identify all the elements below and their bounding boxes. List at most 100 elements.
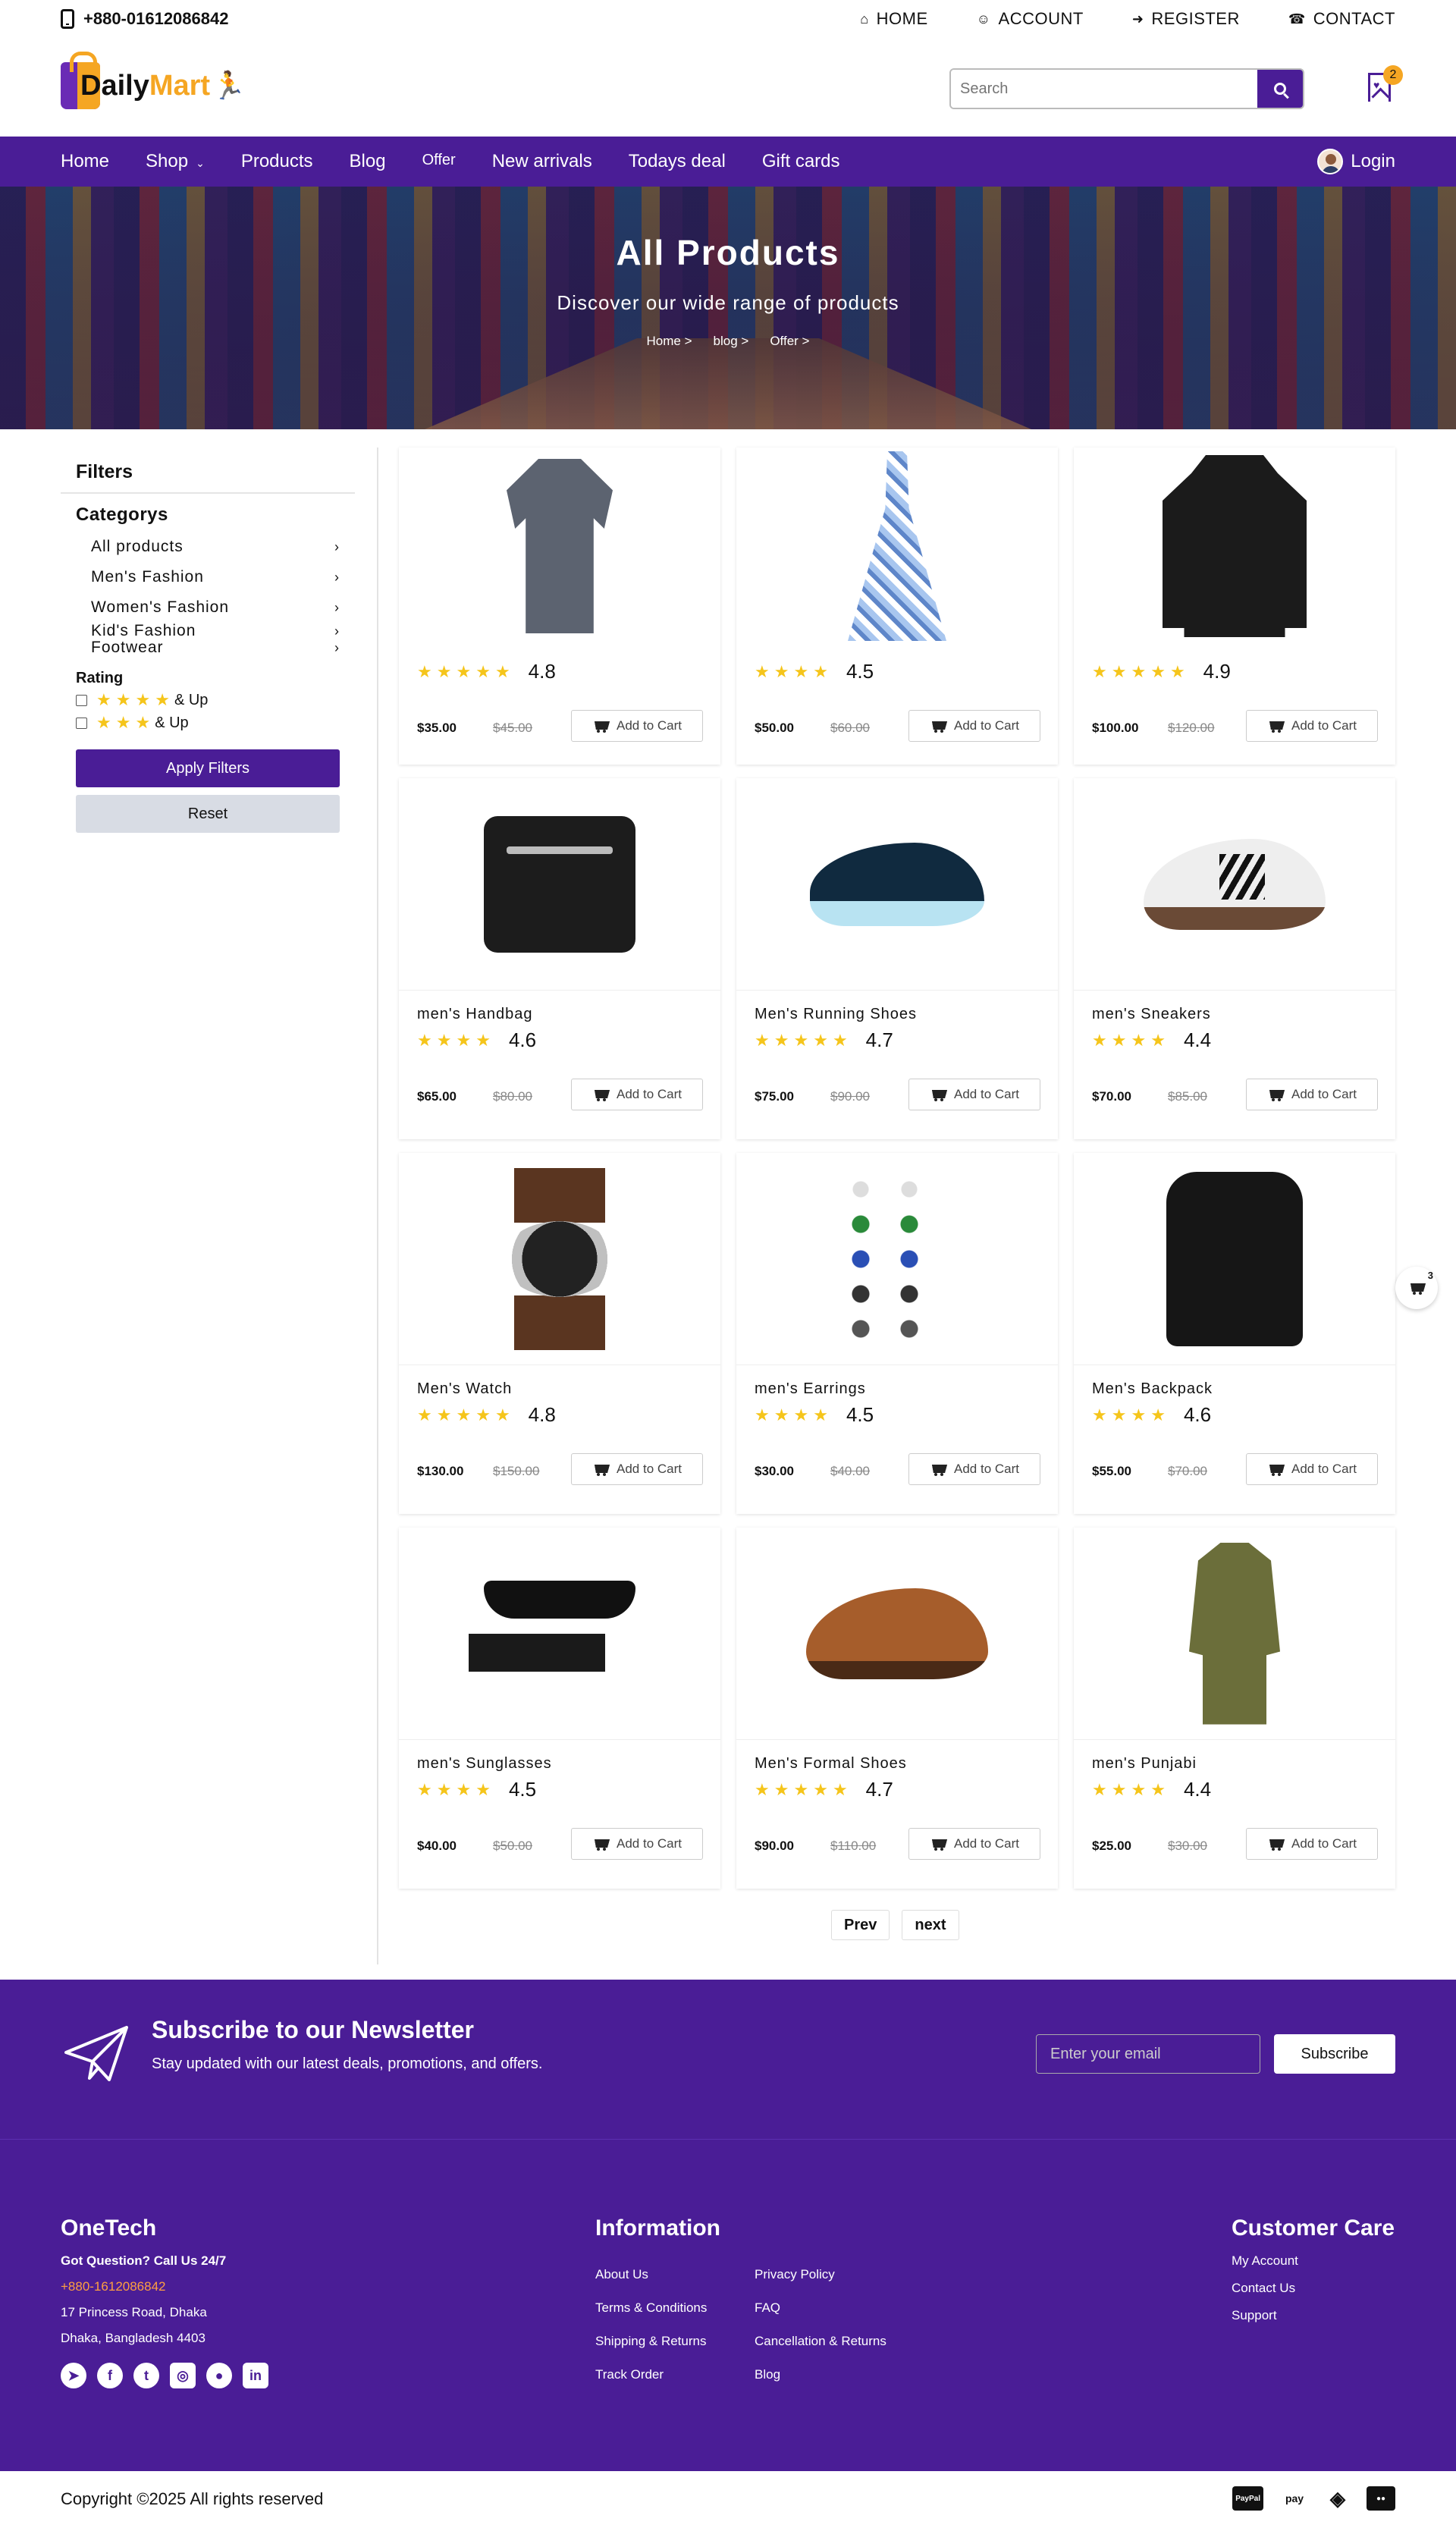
product-image[interactable]	[1074, 448, 1395, 645]
footer-link-cancellation[interactable]: Cancellation & Returns	[755, 2334, 886, 2348]
product-name[interactable]: Men's Backpack	[1092, 1380, 1213, 1398]
phone-contact[interactable]: +880-01612086842	[61, 9, 228, 29]
category-kids-fashion[interactable]: Kid's Fashion Footwear › ›	[61, 623, 355, 662]
add-to-cart-button[interactable]: Add to Cart	[908, 1453, 1040, 1485]
logo[interactable]: Daily Mart 🏃	[61, 52, 246, 109]
product-image[interactable]	[399, 1153, 720, 1365]
telegram-icon[interactable]: ➤	[61, 2363, 86, 2388]
product-name[interactable]: men's Sneakers	[1092, 1006, 1211, 1023]
category-womens-fashion[interactable]: Women's Fashion ›	[61, 592, 355, 623]
product-name[interactable]: men's Handbag	[417, 1006, 532, 1023]
add-to-cart-button[interactable]: Add to Cart	[571, 1828, 703, 1860]
product-card[interactable]: Men's Formal Shoes ★ ★ ★ ★ ★ 4.7 $90.00 $110.00 A…	[736, 1528, 1058, 1889]
product-image[interactable]	[1074, 1153, 1395, 1365]
nav-home[interactable]: Home	[61, 151, 109, 172]
subscribe-button[interactable]: Subscribe	[1274, 2034, 1395, 2074]
product-image[interactable]	[736, 448, 1058, 645]
nav-new-arrivals[interactable]: New arrivals	[492, 151, 592, 172]
nav-blog[interactable]: Blog	[350, 151, 386, 172]
add-to-cart-button[interactable]: Add to Cart	[908, 1079, 1040, 1110]
prev-page-button[interactable]: Prev	[831, 1910, 890, 1940]
footer-link-shipping[interactable]: Shipping & Returns	[595, 2334, 707, 2348]
apply-filters-button[interactable]: Apply Filters	[76, 749, 340, 787]
login-button[interactable]: Login	[1317, 149, 1395, 174]
product-name[interactable]: men's Earrings	[755, 1380, 866, 1398]
footer-link-about-us[interactable]: About Us	[595, 2267, 707, 2281]
breadcrumb-blog[interactable]: blog >	[714, 334, 749, 349]
product-name[interactable]: men's Punjabi	[1092, 1755, 1197, 1773]
rating-filter-3[interactable]: ★ ★ ★ & Up	[61, 711, 355, 734]
add-to-cart-button[interactable]: Add to Cart	[1246, 1079, 1378, 1110]
product-card[interactable]: Men's Running Shoes ★ ★ ★ ★ ★ 4.7 $75.00 $90.00 A…	[736, 778, 1058, 1139]
floating-cart-button[interactable]: 3	[1395, 1267, 1438, 1309]
product-card[interactable]: men's Punjabi ★ ★ ★ ★ 4.4 $25.00 $30.00 Add to C…	[1074, 1528, 1395, 1889]
filter-sidebar: Filters Categorys All products › Men's Fa…	[61, 451, 355, 833]
footer-phone[interactable]: +880-1612086842	[61, 2279, 166, 2294]
product-card[interactable]: men's Earrings ★ ★ ★ ★ 4.5 $30.00 $40.00 Add to …	[736, 1153, 1058, 1514]
nav-shop[interactable]: Shop ⌄	[146, 151, 205, 172]
add-to-cart-button[interactable]: Add to Cart	[1246, 710, 1378, 742]
category-mens-fashion[interactable]: Men's Fashion ›	[61, 562, 355, 592]
product-card[interactable]: ★ ★ ★ ★ 4.5 $50.00 $60.00 Add to Cart	[736, 448, 1058, 765]
product-card[interactable]: men's Sneakers ★ ★ ★ ★ 4.4 $70.00 $85.00 Add to …	[1074, 778, 1395, 1139]
footer-link-terms[interactable]: Terms & Conditions	[595, 2300, 707, 2315]
github-icon[interactable]: ●	[206, 2363, 232, 2388]
breadcrumb-offer[interactable]: Offer >	[770, 334, 809, 349]
product-card[interactable]: men's Sunglasses ★ ★ ★ ★ 4.5 $40.00 $50.00 Add t…	[399, 1528, 720, 1889]
twitter-icon[interactable]: t	[133, 2363, 159, 2388]
rating-checkbox[interactable]	[76, 717, 87, 729]
top-nav-account[interactable]: ☺ ACCOUNT	[977, 9, 1084, 29]
product-image[interactable]	[736, 1528, 1058, 1740]
rating-checkbox[interactable]	[76, 694, 87, 706]
product-name[interactable]: Men's Watch	[417, 1380, 512, 1398]
product-name[interactable]: Men's Formal Shoes	[755, 1755, 907, 1773]
product-image[interactable]	[1074, 778, 1395, 991]
footer-link-privacy[interactable]: Privacy Policy	[755, 2267, 886, 2281]
product-name[interactable]: Men's Running Shoes	[755, 1006, 917, 1023]
product-image[interactable]	[399, 778, 720, 991]
footer-link-my-account[interactable]: My Account	[1232, 2253, 1298, 2269]
top-nav-register[interactable]: ➜ REGISTER	[1132, 9, 1240, 29]
facebook-icon[interactable]: f	[97, 2363, 123, 2388]
product-image[interactable]	[736, 778, 1058, 991]
nav-offer[interactable]: Offer	[422, 152, 456, 169]
category-all-products[interactable]: All products ›	[61, 532, 355, 562]
product-name[interactable]: men's Sunglasses	[417, 1755, 552, 1773]
linkedin-icon[interactable]: in	[243, 2363, 268, 2388]
add-to-cart-button[interactable]: Add to Cart	[571, 1079, 703, 1110]
footer-link-faq[interactable]: FAQ	[755, 2300, 886, 2315]
footer-link-track-order[interactable]: Track Order	[595, 2367, 707, 2382]
product-image[interactable]	[736, 1153, 1058, 1365]
nav-products[interactable]: Products	[241, 151, 313, 172]
breadcrumb-home[interactable]: Home >	[647, 334, 692, 349]
rating-filter-4[interactable]: ★ ★ ★ ★ & Up	[61, 689, 355, 711]
top-nav-home[interactable]: ⌂ HOME	[860, 9, 927, 29]
top-nav-contact[interactable]: ☎ CONTACT	[1288, 9, 1395, 29]
product-image[interactable]	[1074, 1528, 1395, 1740]
search-input[interactable]	[951, 70, 1257, 108]
add-to-cart-button[interactable]: Add to Cart	[571, 710, 703, 742]
product-card[interactable]: ★ ★ ★ ★ ★ 4.8 $35.00 $45.00 Add to Cart	[399, 448, 720, 765]
footer-link-support[interactable]: Support	[1232, 2308, 1298, 2323]
instagram-icon[interactable]: ◎	[170, 2363, 196, 2388]
search-button[interactable]	[1257, 70, 1303, 108]
footer-link-blog[interactable]: Blog	[755, 2367, 886, 2382]
reset-button[interactable]: Reset	[76, 795, 340, 833]
add-to-cart-button[interactable]: Add to Cart	[1246, 1453, 1378, 1485]
product-image[interactable]	[399, 1528, 720, 1740]
product-card[interactable]: Men's Watch ★ ★ ★ ★ ★ 4.8 $130.00 $150.00 Add to …	[399, 1153, 720, 1514]
product-card[interactable]: Men's Backpack ★ ★ ★ ★ 4.6 $55.00 $70.00 Add to …	[1074, 1153, 1395, 1514]
nav-gift-cards[interactable]: Gift cards	[762, 151, 840, 172]
add-to-cart-button[interactable]: Add to Cart	[908, 1828, 1040, 1860]
add-to-cart-button[interactable]: Add to Cart	[908, 710, 1040, 742]
product-image[interactable]	[399, 448, 720, 645]
nav-todays-deal[interactable]: Todays deal	[629, 151, 726, 172]
product-card[interactable]: ★ ★ ★ ★ ★ 4.9 $100.00 $120.00 Add to Cart	[1074, 448, 1395, 765]
next-page-button[interactable]: next	[902, 1910, 959, 1940]
add-to-cart-button[interactable]: Add to Cart	[1246, 1828, 1378, 1860]
newsletter-email-input[interactable]	[1036, 2034, 1260, 2074]
product-card[interactable]: men's Handbag ★ ★ ★ ★ 4.6 $65.00 $80.00 Add to C…	[399, 778, 720, 1139]
wishlist-button[interactable]: ♥ 2	[1368, 65, 1403, 103]
add-to-cart-button[interactable]: Add to Cart	[571, 1453, 703, 1485]
footer-link-contact-us[interactable]: Contact Us	[1232, 2281, 1298, 2296]
